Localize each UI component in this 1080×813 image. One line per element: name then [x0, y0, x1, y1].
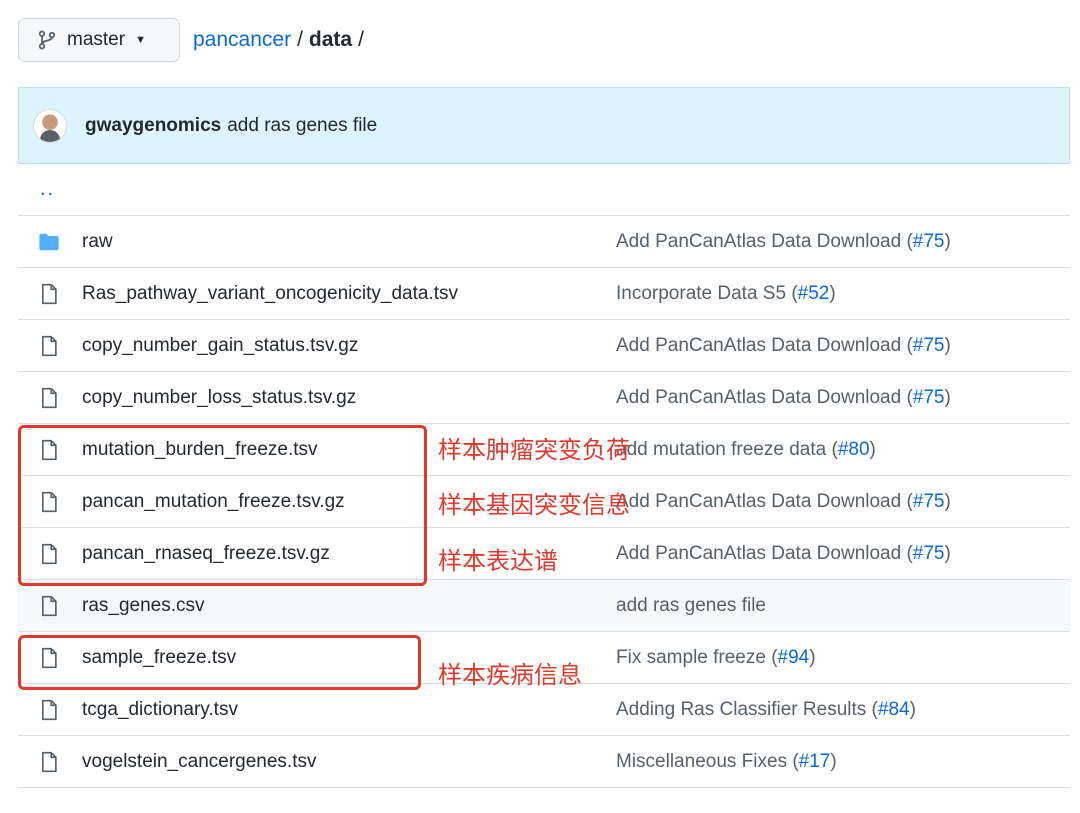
- annotation-box-freeze-files: [18, 425, 427, 586]
- file-row[interactable]: Ras_pathway_variant_oncogenicity_data.ts…: [18, 268, 1070, 320]
- pull-request-link[interactable]: #52: [798, 283, 830, 304]
- file-row[interactable]: vogelstein_cancergenes.tsv Miscellaneous …: [18, 736, 1070, 788]
- git-branch-icon: [38, 30, 56, 50]
- pull-request-link[interactable]: #75: [913, 491, 945, 512]
- file-commit-message[interactable]: Adding Ras Classifier Results (#84): [616, 699, 916, 721]
- file-commit-message[interactable]: Add PanCanAtlas Data Download (#75): [616, 231, 951, 253]
- branch-selector-button[interactable]: master ▼: [18, 18, 180, 62]
- pull-request-link[interactable]: #75: [913, 335, 945, 356]
- file-commit-message[interactable]: Add PanCanAtlas Data Download (#75): [616, 387, 951, 409]
- breadcrumb-separator: /: [358, 28, 364, 51]
- file-icon: [38, 751, 60, 773]
- pull-request-link[interactable]: #17: [799, 751, 831, 772]
- folder-icon: [38, 231, 60, 253]
- commit-message-close-paren: ): [944, 490, 951, 512]
- avatar[interactable]: [33, 108, 67, 143]
- breadcrumb: pancancer / data /: [193, 28, 364, 52]
- file-icon: [38, 699, 60, 721]
- file-row[interactable]: ras_genes.csv add ras genes file: [18, 580, 1070, 632]
- file-icon: [38, 387, 60, 409]
- breadcrumb-separator: /: [297, 28, 303, 51]
- commit-message-close-paren: ): [809, 646, 816, 668]
- file-row[interactable]: raw Add PanCanAtlas Data Download (#75): [18, 216, 1070, 268]
- breadcrumb-current-folder: data: [308, 28, 353, 51]
- file-commit-message[interactable]: Add PanCanAtlas Data Download (#75): [616, 335, 951, 357]
- file-icon: [38, 335, 60, 357]
- commit-message-close-paren: ): [944, 230, 951, 252]
- commit-message-text[interactable]: Add PanCanAtlas Data Download (: [616, 231, 913, 252]
- annotation-disease: 样本疾病信息: [438, 661, 582, 689]
- file-row[interactable]: copy_number_gain_status.tsv.gz Add PanCan…: [18, 320, 1070, 372]
- pull-request-link[interactable]: #84: [878, 699, 910, 720]
- file-name-link[interactable]: vogelstein_cancergenes.tsv: [82, 751, 316, 773]
- commit-message-text[interactable]: Add PanCanAtlas Data Download (: [616, 335, 913, 356]
- commit-message-text[interactable]: Fix sample freeze (: [616, 647, 778, 668]
- commit-message-text[interactable]: add ras genes file: [616, 595, 766, 616]
- pull-request-link[interactable]: #75: [913, 543, 945, 564]
- file-commit-message[interactable]: Miscellaneous Fixes (#17): [616, 751, 837, 773]
- file-icon: [38, 595, 60, 617]
- annotation-gene-mutation: 样本基因突变信息: [438, 491, 630, 519]
- commit-message-text[interactable]: Add PanCanAtlas Data Download (: [616, 387, 913, 408]
- pull-request-link[interactable]: #94: [778, 647, 810, 668]
- parent-directory-row[interactable]: ..: [18, 164, 1070, 216]
- file-icon: [38, 283, 60, 305]
- file-row[interactable]: tcga_dictionary.tsv Adding Ras Classifier…: [18, 684, 1070, 736]
- commit-message-text[interactable]: Add PanCanAtlas Data Download (: [616, 491, 913, 512]
- commit-message-close-paren: ): [944, 386, 951, 408]
- pull-request-link[interactable]: #75: [913, 231, 945, 252]
- parent-directory-link[interactable]: ..: [40, 178, 55, 201]
- commit-message-text[interactable]: Add PanCanAtlas Data Download (: [616, 543, 913, 564]
- branch-label: master: [67, 29, 126, 50]
- pull-request-link[interactable]: #80: [838, 439, 870, 460]
- commit-author-link[interactable]: gwaygenomics: [85, 115, 221, 137]
- latest-commit-bar: gwaygenomics add ras genes file: [18, 87, 1070, 164]
- commit-message-text[interactable]: add mutation freeze data (: [616, 439, 838, 460]
- commit-message-link[interactable]: add ras genes file: [227, 115, 377, 137]
- caret-down-icon: ▼: [135, 34, 146, 46]
- file-name-link[interactable]: ras_genes.csv: [82, 595, 205, 617]
- commit-message-close-paren: ): [909, 698, 916, 720]
- commit-message-close-paren: ): [869, 438, 876, 460]
- file-name-link[interactable]: copy_number_loss_status.tsv.gz: [82, 387, 356, 409]
- file-commit-message[interactable]: Incorporate Data S5 (#52): [616, 283, 836, 305]
- file-name-link[interactable]: raw: [82, 231, 113, 253]
- file-commit-message[interactable]: Fix sample freeze (#94): [616, 647, 816, 669]
- annotation-box-sample-freeze: [18, 635, 421, 690]
- commit-message-text[interactable]: Miscellaneous Fixes (: [616, 751, 799, 772]
- commit-message-close-paren: ): [830, 750, 837, 772]
- file-commit-message[interactable]: Add PanCanAtlas Data Download (#75): [616, 543, 951, 565]
- annotation-mutation-burden: 样本肿瘤突变负荷: [438, 436, 630, 464]
- commit-message-text[interactable]: Incorporate Data S5 (: [616, 283, 798, 304]
- file-name-link[interactable]: tcga_dictionary.tsv: [82, 699, 238, 721]
- commit-message-close-paren: ): [944, 542, 951, 564]
- file-name-link[interactable]: Ras_pathway_variant_oncogenicity_data.ts…: [82, 283, 458, 305]
- commit-message-text[interactable]: Adding Ras Classifier Results (: [616, 699, 878, 720]
- file-name-link[interactable]: copy_number_gain_status.tsv.gz: [82, 335, 358, 357]
- file-commit-message[interactable]: Add PanCanAtlas Data Download (#75): [616, 491, 951, 513]
- file-row[interactable]: copy_number_loss_status.tsv.gz Add PanCan…: [18, 372, 1070, 424]
- breadcrumb-repo-link[interactable]: pancancer: [193, 28, 291, 52]
- pull-request-link[interactable]: #75: [913, 387, 945, 408]
- annotation-expression: 样本表达谱: [438, 547, 558, 575]
- commit-message-close-paren: ): [944, 334, 951, 356]
- file-commit-message[interactable]: add mutation freeze data (#80): [616, 439, 876, 461]
- file-commit-message[interactable]: add ras genes file: [616, 595, 766, 617]
- commit-message-close-paren: ): [829, 282, 836, 304]
